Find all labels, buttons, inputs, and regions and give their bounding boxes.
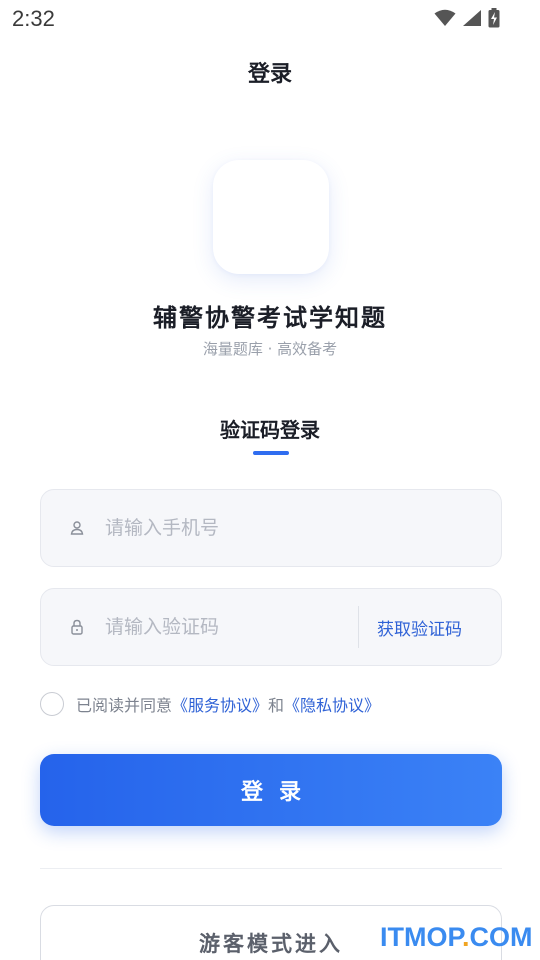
- privacy-agreement-link[interactable]: 《隐私协议》: [284, 692, 380, 716]
- watermark-text-main: ITMOP: [380, 922, 463, 952]
- user-icon: [70, 521, 84, 535]
- tab-active-indicator: [253, 451, 289, 455]
- battery-charging-icon: [488, 8, 500, 28]
- agreement-prefix: 已阅读并同意: [76, 696, 173, 715]
- cell-signal-icon: [463, 10, 481, 26]
- agreement-and: 和: [268, 696, 285, 715]
- app-slogan: 海量题库 · 高效备考: [202, 340, 338, 358]
- status-time: 2:32: [12, 6, 55, 31]
- get-code-button[interactable]: 获取验证码: [377, 615, 462, 640]
- code-divider: [358, 606, 359, 648]
- login-button[interactable]: 登录: [40, 754, 502, 826]
- app-name: 辅警协警考试学知题: [153, 304, 387, 332]
- tab-sms-login[interactable]: 验证码登录: [0, 414, 540, 443]
- lock-icon: [71, 619, 83, 635]
- app-logo: [213, 160, 329, 274]
- status-icons: [434, 8, 500, 28]
- agreement-row: 已阅读并同意 《服务协议》 和 《隐私协议》: [40, 692, 380, 716]
- watermark-text-tail: COM: [469, 922, 533, 952]
- service-agreement-link[interactable]: 《服务协议》: [172, 692, 268, 716]
- phone-field: [40, 489, 502, 567]
- phone-input[interactable]: [105, 510, 345, 546]
- code-input[interactable]: [105, 609, 345, 645]
- status-bar: 2:32: [0, 0, 540, 38]
- watermark-dot: .: [462, 922, 470, 952]
- watermark-logo: ITMOP.COM: [380, 922, 533, 953]
- page-title: 登录: [247, 62, 292, 87]
- divider: [40, 868, 502, 869]
- agreement-checkbox[interactable]: [40, 692, 64, 716]
- wifi-icon: [434, 9, 456, 26]
- code-field: 获取验证码: [40, 588, 502, 666]
